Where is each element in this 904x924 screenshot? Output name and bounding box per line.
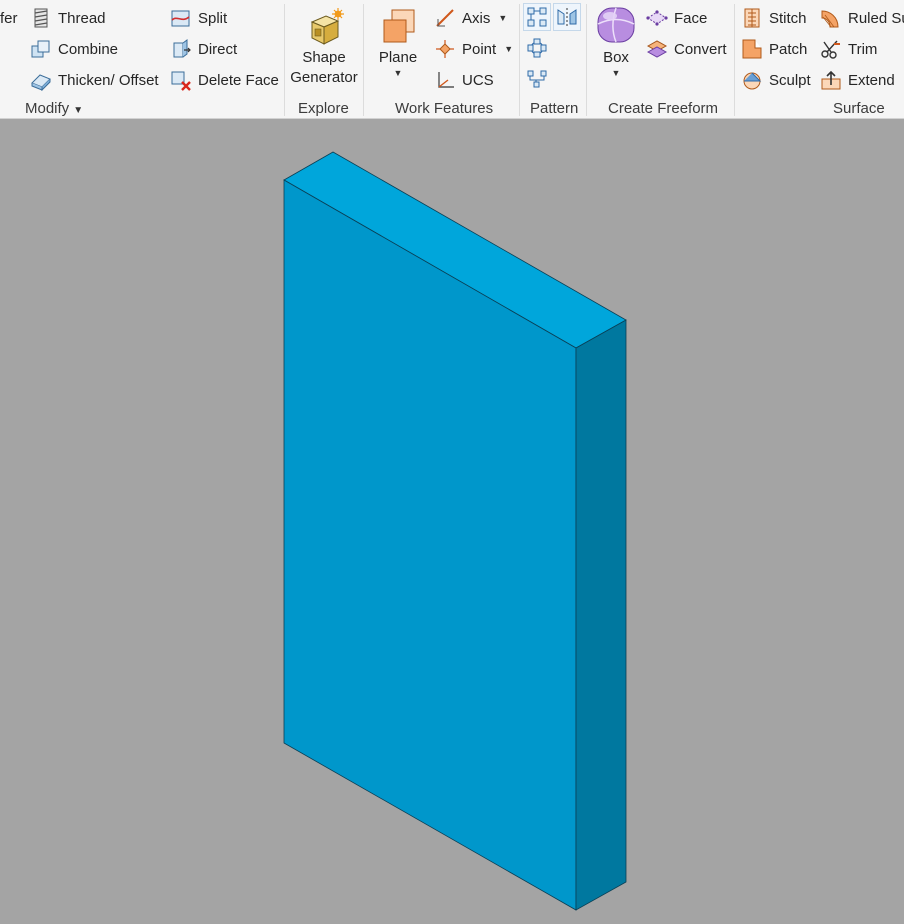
block-side-face[interactable] — [575, 319, 627, 911]
plane-button[interactable]: Plane ▼ — [370, 6, 426, 78]
split-button[interactable]: Split — [170, 5, 227, 31]
extend-button[interactable]: Extend — [820, 67, 895, 93]
patch-icon — [741, 38, 763, 60]
thread-button[interactable]: Thread — [30, 5, 106, 31]
patch-button[interactable]: Patch — [741, 36, 807, 62]
direct-button[interactable]: Direct — [170, 36, 237, 62]
point-icon — [434, 38, 456, 60]
ucs-label: UCS — [462, 71, 494, 89]
circular-pattern-button[interactable] — [523, 34, 551, 62]
freeform-box-button[interactable]: Box ▼ — [591, 2, 641, 78]
freeform-face-button[interactable]: Face — [646, 5, 707, 31]
work-features-group-label: Work Features — [395, 100, 494, 117]
point-button[interactable]: Point ▼ — [434, 36, 513, 62]
thread-label: Thread — [58, 9, 106, 27]
split-label: Split — [198, 9, 228, 27]
convert-icon — [646, 38, 668, 60]
chamfer-button-partial[interactable]: fer — [0, 5, 18, 31]
circular-pattern-icon — [527, 38, 547, 58]
extend-icon — [820, 69, 842, 91]
thicken-offset-icon — [30, 69, 52, 91]
dropdown-caret-icon: ▼ — [611, 68, 621, 78]
convert-label: Convert — [674, 40, 727, 58]
shape-generator-label-1: Shape — [302, 49, 346, 66]
dropdown-caret-icon: ▼ — [504, 44, 514, 54]
freeform-box-icon — [594, 2, 638, 46]
extend-label: Extend — [848, 71, 895, 89]
rectangular-pattern-button[interactable] — [523, 3, 551, 31]
pattern-group: Pattern — [520, 0, 586, 118]
freeform-face-label: Face — [674, 9, 708, 27]
ruled-surface-label: Ruled Su — [848, 9, 904, 27]
combine-icon — [30, 38, 52, 60]
modify-group-label[interactable]: Modify ▼ — [25, 100, 83, 117]
surface-group: Stitch Patch Sculpt Ruled Su Trim Extend… — [735, 0, 904, 118]
freeform-face-icon — [646, 7, 668, 29]
pattern-group-label: Pattern — [530, 100, 579, 117]
sculpt-icon — [741, 69, 763, 91]
shape-generator-label-2: Generator — [290, 69, 358, 86]
shape-generator-icon — [304, 6, 344, 46]
axis-label: Axis — [462, 9, 491, 27]
thicken-offset-label: Thicken/ Offset — [58, 71, 159, 89]
sculpt-button[interactable]: Sculpt — [741, 67, 811, 93]
point-label: Point — [462, 40, 497, 58]
create-freeform-group-label: Create Freeform — [608, 100, 719, 117]
ucs-button[interactable]: UCS — [434, 67, 494, 93]
sculpt-label: Sculpt — [769, 71, 811, 89]
patch-label: Patch — [769, 40, 808, 58]
ruled-surface-icon — [820, 7, 842, 29]
surface-group-label: Surface — [833, 100, 885, 117]
mirror-button[interactable] — [553, 3, 581, 31]
freeform-box-label: Box — [603, 49, 629, 66]
axis-button[interactable]: Axis ▼ — [434, 5, 507, 31]
plane-icon — [378, 6, 418, 46]
work-features-group: Plane ▼ Axis ▼ Point ▼ UCS Work Features — [364, 0, 519, 118]
sketch-pattern-icon — [527, 70, 547, 88]
stitch-button[interactable]: Stitch — [741, 5, 807, 31]
rectangular-pattern-icon — [527, 7, 547, 27]
direct-edit-icon — [170, 38, 192, 60]
direct-label: Direct — [198, 40, 238, 58]
ribbon: fer Thread Combine Thicken/ Offset Split — [0, 0, 904, 119]
create-freeform-group: Box ▼ Face Convert Create Freeform — [587, 0, 734, 118]
combine-label: Combine — [58, 40, 119, 58]
explore-group-label: Explore — [298, 100, 349, 117]
thread-icon — [30, 7, 52, 29]
trim-icon — [820, 38, 842, 60]
model-canvas[interactable] — [0, 120, 904, 924]
trim-label: Trim — [848, 40, 878, 58]
plane-label: Plane — [378, 49, 418, 66]
delete-face-label: Delete Face — [198, 71, 279, 89]
mirror-icon — [557, 8, 577, 26]
stitch-icon — [741, 7, 763, 29]
dropdown-caret-icon: ▼ — [498, 13, 508, 23]
modify-group: fer Thread Combine Thicken/ Offset Split — [0, 0, 284, 118]
dropdown-caret-icon: ▼ — [73, 105, 84, 116]
convert-button[interactable]: Convert — [646, 36, 727, 62]
thicken-offset-button[interactable]: Thicken/ Offset — [30, 67, 159, 93]
split-icon — [170, 7, 192, 29]
combine-button[interactable]: Combine — [30, 36, 118, 62]
delete-face-button[interactable]: Delete Face — [170, 67, 279, 93]
graphics-viewport[interactable] — [0, 120, 904, 924]
explore-group: Shape Generator Explore — [285, 0, 363, 118]
delete-face-icon — [170, 69, 192, 91]
ucs-icon — [434, 69, 456, 91]
sketch-pattern-button[interactable] — [523, 65, 551, 93]
stitch-label: Stitch — [769, 9, 807, 27]
shape-generator-button[interactable]: Shape Generator — [289, 6, 359, 88]
trim-button[interactable]: Trim — [820, 36, 877, 62]
axis-icon — [434, 7, 456, 29]
dropdown-caret-icon: ▼ — [393, 68, 403, 78]
ruled-surface-button[interactable]: Ruled Su — [820, 5, 904, 31]
